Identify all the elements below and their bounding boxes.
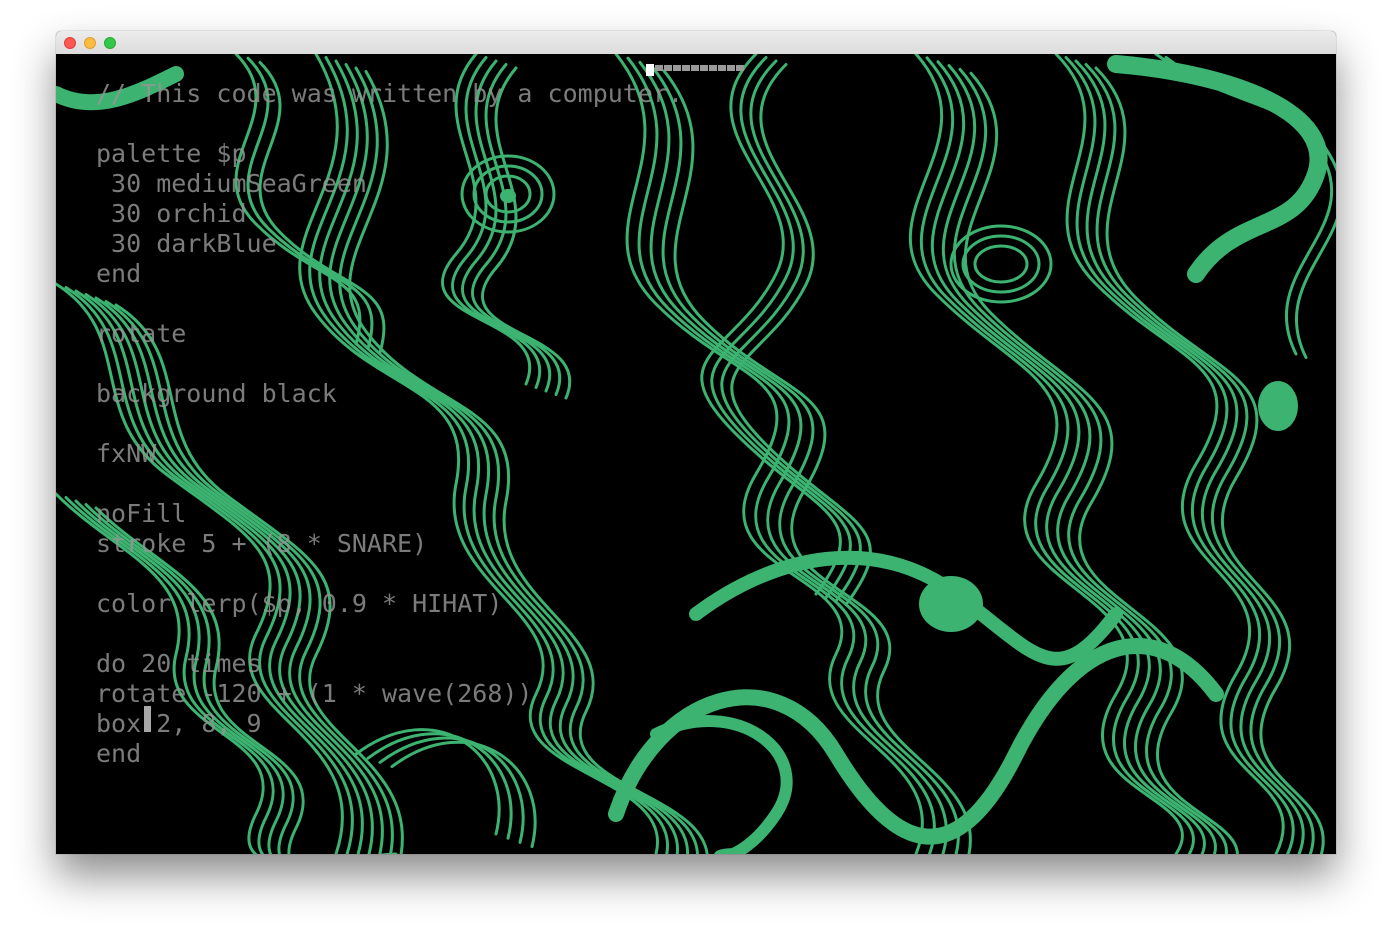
code-line[interactable]: color lerp($p, 0.9 * HIHAT) (96, 589, 683, 619)
code-line[interactable]: rotate (96, 319, 683, 349)
meter-segment (682, 65, 690, 71)
meter-segment (718, 65, 726, 71)
swirl-blob (919, 576, 983, 632)
code-line[interactable]: // This code was written by a computer. (96, 79, 683, 109)
title-bar[interactable] (56, 31, 1336, 55)
code-line[interactable]: rotate -120 + (1 * wave(268)) (96, 679, 683, 709)
code-line[interactable]: do 20 times (96, 649, 683, 679)
meter-segment (664, 65, 672, 71)
app-window: // This code was written by a computer. p… (56, 31, 1336, 854)
code-line[interactable]: end (96, 739, 683, 769)
close-window-button[interactable] (64, 37, 76, 49)
swirl-loop (973, 244, 1029, 284)
minimize-window-button[interactable] (84, 37, 96, 49)
code-line[interactable]: 30 orchid (96, 199, 683, 229)
code-line[interactable]: noFill (96, 499, 683, 529)
code-line[interactable]: box 2, 8, 9 (96, 709, 683, 739)
meter-segment (709, 65, 717, 71)
code-line[interactable]: fxNW (96, 439, 683, 469)
desktop: // This code was written by a computer. p… (0, 0, 1392, 934)
meter-segment (655, 65, 663, 71)
code-line[interactable] (96, 409, 683, 439)
meter-segment (736, 65, 744, 71)
text-cursor (144, 706, 151, 732)
code-line[interactable] (96, 109, 683, 139)
maximize-window-button[interactable] (104, 37, 116, 49)
code-line[interactable] (96, 349, 683, 379)
code-line[interactable] (96, 559, 683, 589)
code-line[interactable]: palette $p (96, 139, 683, 169)
swirl-line (952, 67, 1228, 854)
meter-segment (727, 65, 735, 71)
code-line[interactable]: end (96, 259, 683, 289)
meter-segment (700, 65, 708, 71)
swirl-ribbon (1107, 55, 1328, 283)
code-line[interactable] (96, 469, 683, 499)
meter-segment (691, 65, 699, 71)
swirl-blob (1258, 381, 1298, 431)
code-line[interactable]: stroke 5 + (8 * SNARE) (96, 529, 683, 559)
performance-meter (646, 64, 746, 78)
swirl-line (941, 64, 1217, 854)
code-line[interactable]: background black (96, 379, 683, 409)
swirl-line (1164, 56, 1336, 359)
code-line[interactable] (96, 619, 683, 649)
code-line[interactable]: 30 mediumSeaGreen (96, 169, 683, 199)
swirl-ribbon (689, 550, 1123, 666)
code-line[interactable]: 30 darkBlue (96, 229, 683, 259)
swirl-line (650, 65, 960, 854)
live-coding-canvas[interactable]: // This code was written by a computer. p… (56, 54, 1336, 854)
code-line[interactable] (96, 289, 683, 319)
meter-segment (673, 65, 681, 71)
code-editor[interactable]: // This code was written by a computer. p… (96, 79, 683, 769)
swirl-line (700, 54, 842, 596)
swirl-line (638, 60, 948, 854)
meter-segment (646, 64, 654, 76)
